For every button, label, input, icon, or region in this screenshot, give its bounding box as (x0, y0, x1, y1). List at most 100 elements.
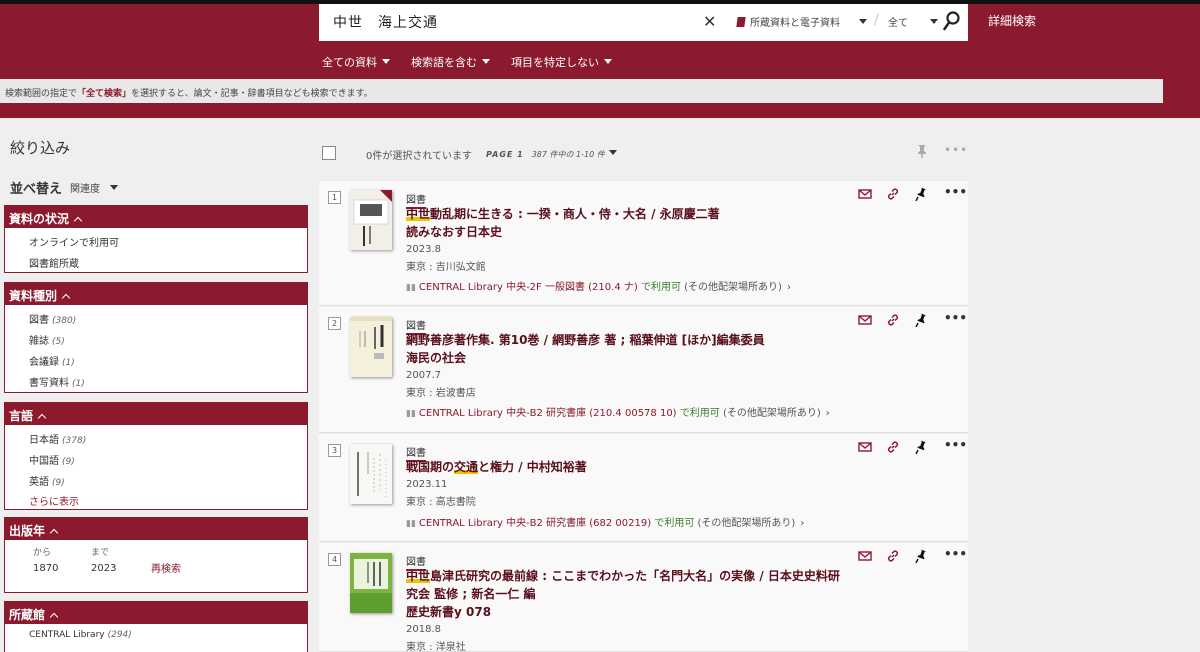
facet-item-proceedings[interactable]: 会議録 (1) (29, 353, 75, 368)
chevron-up-icon (49, 528, 59, 538)
result-item[interactable]: 1 図書 中世動乱期に生きる : 一揆・商人・侍・大名 / 永原慶二著 読みなお… (319, 181, 968, 306)
facet-item-japanese[interactable]: 日本語 (378) (29, 431, 86, 446)
pin-icon[interactable] (914, 440, 928, 454)
facet-item-english[interactable]: 英語 (9) (29, 473, 65, 488)
page-number: PAGE 1 (486, 150, 524, 159)
facet-header[interactable]: 資料種別 (5, 283, 307, 305)
scope-select[interactable]: 所蔵資料と電子資料 (736, 14, 867, 29)
facet-item-count: (294) (107, 630, 132, 640)
email-icon[interactable] (858, 313, 872, 327)
link-icon[interactable] (886, 440, 900, 454)
facet-item-journals[interactable]: 雑誌 (5) (29, 332, 65, 347)
pin-icon[interactable] (914, 549, 928, 563)
result-title-text: 島津氏研究の最前線 : ここまでわかった「名門大名」の実像 / 日本史史料研究会… (406, 569, 840, 601)
search-scope-select[interactable]: 全て (888, 14, 938, 29)
result-number[interactable]: 3 (328, 444, 341, 457)
show-more-link[interactable]: さらに表示 (29, 493, 79, 508)
pin-icon[interactable] (914, 187, 928, 201)
facet-header[interactable]: 所蔵館 (5, 602, 307, 624)
pin-icon[interactable] (914, 313, 928, 327)
book-cover-image[interactable] (350, 317, 392, 377)
chevron-up-icon (37, 413, 47, 423)
library-icon: ▮▮ (406, 283, 416, 293)
more-options-icon[interactable]: ••• (944, 185, 967, 199)
result-title-pre: 戦国期の (406, 460, 455, 474)
facet-item-chinese[interactable]: 中国語 (9) (29, 452, 75, 467)
facet-language: 言語 日本語 (378) 中国語 (9) 英語 (9) さらに表示 (4, 402, 308, 510)
result-publisher: 東京 : 高志書院 (406, 497, 476, 508)
email-icon[interactable] (858, 187, 872, 201)
link-icon[interactable] (886, 313, 900, 327)
clear-icon[interactable]: ✕ (703, 12, 716, 31)
availability-link[interactable]: ▮▮ CENTRAL Library 中央-2F 一般図書 (210.4 ナ) で… (406, 278, 791, 293)
year-from-input[interactable]: 1870 (33, 563, 58, 574)
availability-status: で利用可 (640, 282, 681, 293)
sort-label: 並べ替え (10, 182, 63, 197)
sort-select[interactable]: 関連度 (70, 180, 118, 195)
book-icon (736, 17, 746, 27)
search-tip-pre: 検索範囲の指定で (5, 89, 78, 99)
advanced-search-link[interactable]: 詳細検索 (988, 12, 1036, 29)
result-number[interactable]: 4 (328, 553, 341, 566)
result-series-title[interactable]: 海民の社会 (406, 349, 846, 367)
search-icon[interactable] (943, 11, 960, 31)
facet-item-books[interactable]: 図書 (380) (29, 311, 76, 326)
year-to-label: まで (91, 548, 110, 558)
year-to-input[interactable]: 2023 (91, 563, 116, 574)
facet-pub-year: 出版年 から まで 1870 2023 再検索 (4, 517, 308, 593)
result-series-title[interactable]: 読みなおす日本史 (406, 223, 846, 241)
result-item[interactable]: 4 図書 中世島津氏研究の最前線 : ここまでわかった「名門大名」の実像 / 日… (319, 543, 968, 652)
facet-header[interactable]: 資料の状況 (5, 206, 307, 228)
pin-icon[interactable] (916, 144, 928, 158)
material-type-menu[interactable]: 全ての資料 (322, 54, 390, 70)
result-item[interactable]: 2 図書 網野善彦著作集. 第10巻 / 網野善彦 著 ; 稲葉伸道 [ほか]編… (319, 307, 968, 433)
search-box[interactable]: 中世 海上交通 ✕ 所蔵資料と電子資料 / 全て (319, 4, 968, 41)
result-number[interactable]: 2 (328, 317, 341, 330)
availability-status: で利用可 (654, 518, 695, 529)
match-type-menu[interactable]: 検索語を含む (411, 54, 490, 70)
book-cover-image[interactable] (350, 190, 392, 250)
link-icon[interactable] (886, 549, 900, 563)
result-item[interactable]: 3 図書 戦国期の交通と権力 / 中村知裕著 2023.11 東京 : 高志書院… (319, 434, 968, 542)
facet-title: 出版年 (9, 524, 46, 538)
facet-item-held[interactable]: 図書館所蔵 (29, 255, 79, 270)
link-icon[interactable] (886, 187, 900, 201)
facet-item-count: (9) (62, 457, 75, 467)
result-number[interactable]: 1 (328, 191, 341, 204)
more-options-icon[interactable]: ••• (944, 547, 967, 561)
facet-header[interactable]: 言語 (5, 403, 307, 425)
result-series-title[interactable]: 歴史新書y 078 (406, 603, 846, 621)
availability-link[interactable]: ▮▮ CENTRAL Library 中央-B2 研究書庫 (210.4 0057… (406, 404, 830, 419)
book-cover-image[interactable] (350, 553, 392, 613)
search-input[interactable]: 中世 海上交通 (333, 12, 438, 32)
more-options-icon[interactable]: ••• (944, 438, 967, 452)
result-title-link[interactable]: 中世動乱期に生きる : 一揆・商人・侍・大名 / 永原慶二著 (406, 205, 846, 223)
chevron-down-icon (482, 59, 490, 64)
other-locations: (その他配架場所あり) (684, 282, 782, 293)
facet-item-label: 会議録 (29, 357, 59, 368)
facet-item-central-library[interactable]: CENTRAL Library (294) (29, 630, 132, 640)
more-options-icon[interactable]: ••• (944, 311, 967, 325)
result-title-link[interactable]: 戦国期の交通と権力 / 中村知裕著 (406, 458, 846, 476)
result-title-text: 網野善彦著作集. 第10巻 / 網野善彦 著 ; 稲葉伸道 [ほか]編集委員 (406, 333, 765, 347)
result-title-link[interactable]: 中世島津氏研究の最前線 : ここまでわかった「名門大名」の実像 / 日本史史料研… (406, 567, 846, 603)
refine-title: 絞り込み (10, 139, 71, 157)
facet-item-online[interactable]: オンラインで利用可 (29, 234, 119, 249)
email-icon[interactable] (858, 549, 872, 563)
page-info[interactable]: PAGE 1 387 件中の 1-10 件 (486, 149, 617, 160)
result-title-link[interactable]: 網野善彦著作集. 第10巻 / 網野善彦 著 ; 稲葉伸道 [ほか]編集委員 (406, 331, 846, 349)
library-icon: ▮▮ (406, 409, 416, 419)
research-button[interactable]: 再検索 (151, 560, 181, 575)
email-icon[interactable] (858, 440, 872, 454)
facet-item-label: 雑誌 (29, 336, 49, 347)
book-cover-image[interactable] (350, 444, 392, 504)
material-type-label: 全ての資料 (322, 56, 377, 69)
availability-link[interactable]: ▮▮ CENTRAL Library 中央-B2 研究書庫 (682 00219)… (406, 514, 804, 529)
chevron-down-icon (604, 59, 612, 64)
facet-item-manuscripts[interactable]: 書写資料 (1) (29, 374, 85, 389)
select-all-checkbox[interactable] (322, 146, 336, 160)
more-options-icon[interactable]: ••• (944, 143, 968, 157)
facet-header[interactable]: 出版年 (5, 518, 307, 540)
facet-item-count: (378) (62, 436, 87, 446)
field-menu[interactable]: 項目を特定しない (511, 54, 612, 70)
